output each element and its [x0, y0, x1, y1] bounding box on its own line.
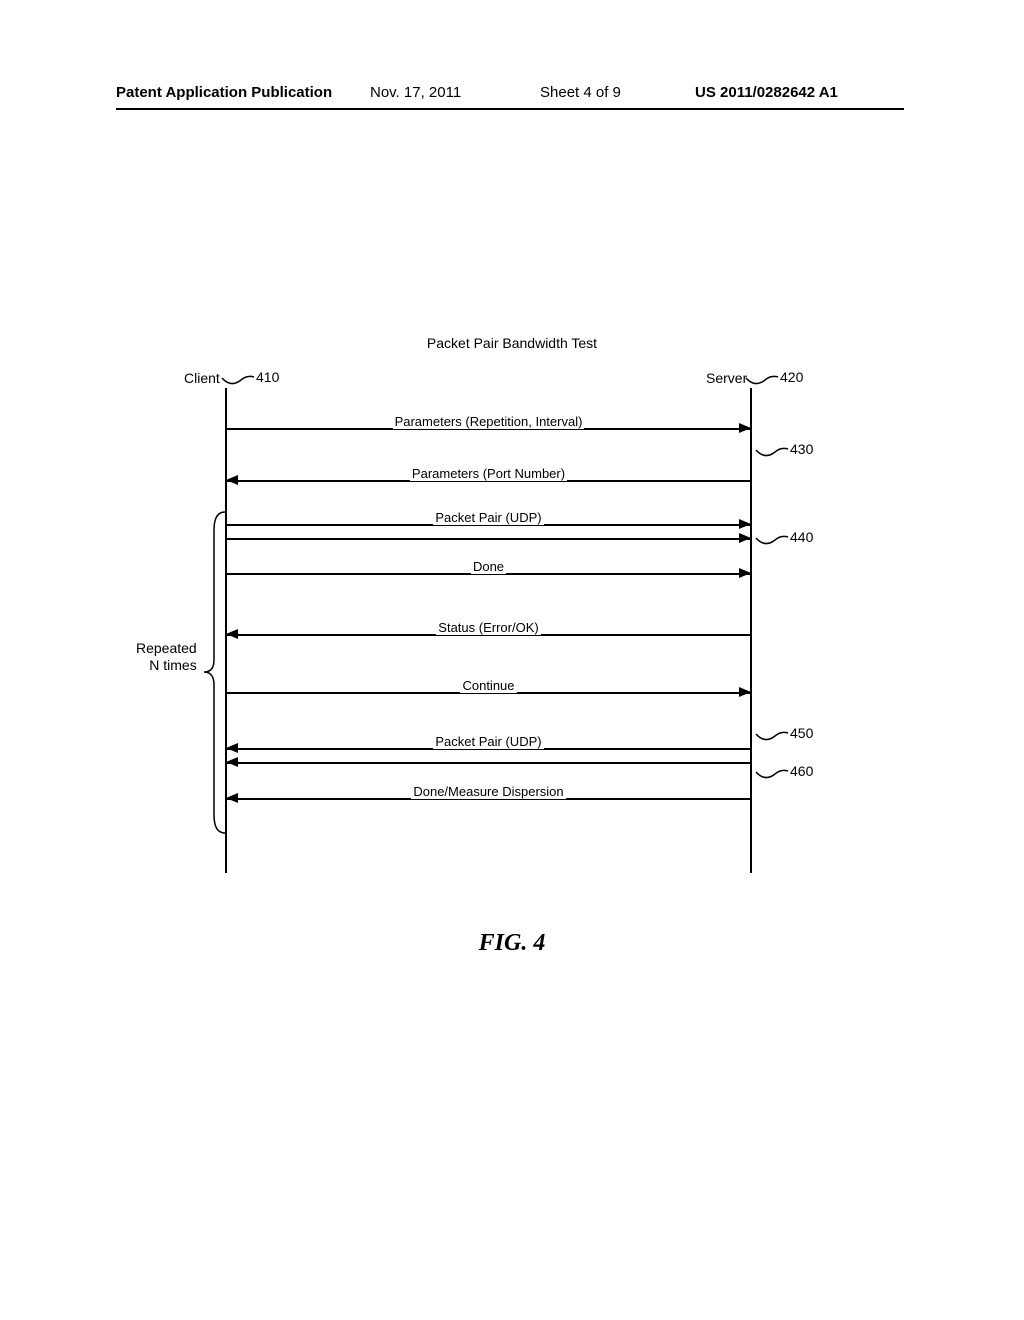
publication-number: US 2011/0282642 A1	[695, 84, 838, 101]
msg-label: Done	[471, 559, 506, 574]
publication-date: Nov. 17, 2011	[370, 84, 461, 101]
callout-ref-420: 420	[780, 369, 803, 385]
callout-swoosh-icon	[755, 534, 789, 550]
header-rule	[116, 108, 904, 110]
msg-label: Done/Measure Dispersion	[411, 784, 565, 799]
lifeline-server	[750, 388, 752, 873]
callout-ref-460: 460	[790, 763, 813, 779]
msg-label: Continue	[460, 678, 516, 693]
msg-done-up: Done	[227, 565, 750, 583]
callout-ref-430: 430	[790, 441, 813, 457]
loop-label: Repeated N times	[136, 640, 197, 674]
msg-parameters-port: Parameters (Port Number)	[227, 472, 750, 490]
callout-ref-450: 450	[790, 725, 813, 741]
msg-label: Packet Pair (UDP)	[433, 510, 543, 525]
msg-label: Parameters (Port Number)	[410, 466, 567, 481]
diagram-title: Packet Pair Bandwidth Test	[0, 335, 1024, 351]
publication-type: Patent Application Publication	[116, 84, 332, 101]
loop-label-line2: N times	[149, 657, 196, 673]
participant-client-label: Client	[184, 370, 220, 386]
msg-label: Packet Pair (UDP)	[433, 734, 543, 749]
callout-swoosh-icon	[755, 768, 789, 784]
msg-done-measure: Done/Measure Dispersion	[227, 790, 750, 808]
participant-server-label: Server	[706, 370, 747, 386]
msg-parameters-repetition: Parameters (Repetition, Interval)	[227, 420, 750, 438]
callout-swoosh-icon	[755, 730, 789, 746]
callout-swoosh-icon	[755, 446, 789, 462]
loop-bracket-icon	[202, 510, 226, 835]
msg-packet-pair-up-2	[227, 530, 750, 548]
figure-caption: FIG. 4	[0, 930, 1024, 957]
sheet-number: Sheet 4 of 9	[540, 84, 621, 101]
msg-label: Parameters (Repetition, Interval)	[393, 414, 585, 429]
loop-label-line1: Repeated	[136, 640, 197, 656]
msg-status: Status (Error/OK)	[227, 626, 750, 644]
callout-ref-410: 410	[256, 369, 279, 385]
msg-packet-pair-down-2	[227, 754, 750, 772]
callout-ref-440: 440	[790, 529, 813, 545]
msg-label: Status (Error/OK)	[436, 620, 540, 635]
msg-continue: Continue	[227, 684, 750, 702]
